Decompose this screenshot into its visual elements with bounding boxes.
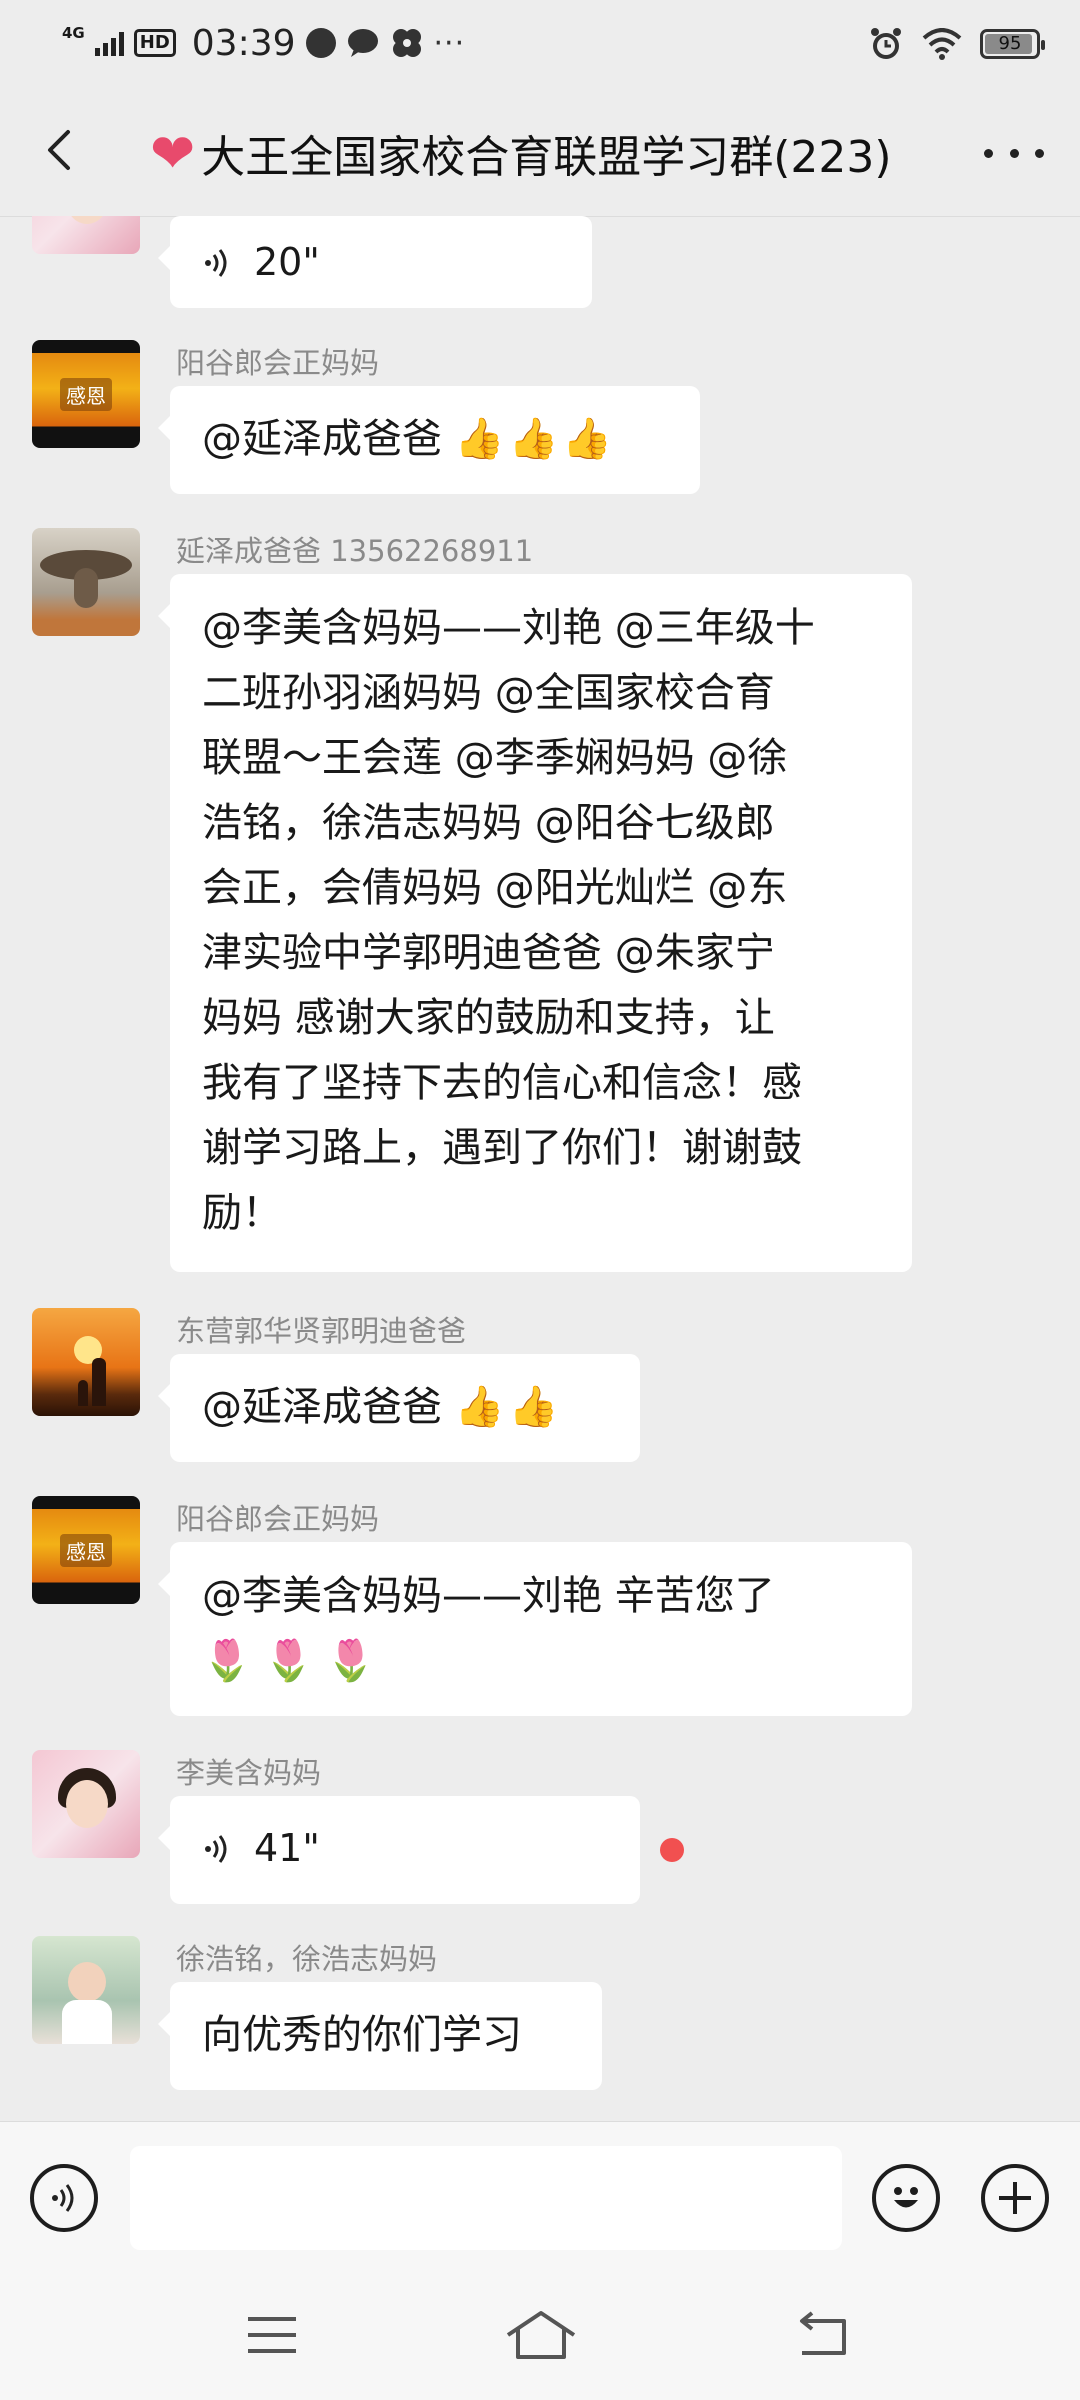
more-notifications-icon: ··· <box>433 25 466 61</box>
voice-message[interactable]: 20" <box>158 216 592 308</box>
chat-notification-icon <box>347 29 378 57</box>
text-message[interactable]: @延泽成爸爸 👍👍👍 <box>158 386 700 494</box>
message-list[interactable]: 20" 感恩 阳谷郎会正妈妈 @延泽成爸爸 👍👍👍 延泽成爸爸 13562268… <box>0 216 1080 2121</box>
menu-icon[interactable] <box>244 2311 300 2359</box>
text-message[interactable]: 向优秀的你们学习 <box>158 1982 602 2090</box>
sender-name: 东营郭华贤郭明迪爸爸 <box>176 1314 467 1348</box>
status-time: 03:39 <box>191 22 296 64</box>
input-bar <box>0 2121 1080 2282</box>
message-line: 浩铭，徐浩志妈妈 @阳谷七级郎 <box>202 800 775 846</box>
heart-icon: ❤ <box>150 121 196 185</box>
message-line: 联盟～王会莲 @李季娴妈妈 @徐 <box>202 735 788 781</box>
message-line: 我有了坚持下去的信心和信念！感 <box>202 1060 802 1106</box>
wifi-icon <box>922 28 962 60</box>
tulip-emoji: 🌷🌷🌷 <box>202 1638 388 1684</box>
avatar[interactable] <box>32 216 140 254</box>
network-type: 4G <box>62 23 85 42</box>
voice-wave-icon <box>205 248 227 277</box>
message-text: @李美含妈妈——刘艳 辛苦您了 <box>202 1573 775 1619</box>
fan-icon <box>392 29 421 57</box>
plus-icon <box>999 2182 1031 2214</box>
voice-input-button[interactable] <box>30 2164 98 2232</box>
avatar[interactable] <box>32 1750 140 1858</box>
home-icon[interactable] <box>504 2307 578 2363</box>
battery-level: 95 <box>998 33 1022 54</box>
voice-wave-icon <box>205 1834 227 1863</box>
avatar-text: 感恩 <box>60 1533 112 1567</box>
text-message[interactable]: @李美含妈妈——刘艳 @三年级十 二班孙羽涵妈妈 @全国家校合育 联盟～王会莲 … <box>158 574 912 1272</box>
status-bar: 4G HD 03:39 ··· 95 <box>0 0 1080 90</box>
more-functions-button[interactable] <box>981 2164 1049 2232</box>
thumbs-up-emoji: 👍👍👍 <box>454 416 617 462</box>
unread-dot <box>660 1838 684 1862</box>
message-line: 谢学习路上，遇到了你们！谢谢鼓 <box>202 1125 802 1171</box>
emoji-button[interactable] <box>872 2164 940 2232</box>
group-name: 大王全国家校合育联盟学习群(223) <box>201 132 892 183</box>
sender-name: 阳谷郎会正妈妈 <box>176 346 380 380</box>
emoji-icon <box>894 2187 918 2208</box>
message-line: 二班孙羽涵妈妈 @全国家校合育 <box>202 670 775 716</box>
avatar[interactable] <box>32 1308 140 1416</box>
compass-icon <box>305 28 336 58</box>
text-message[interactable]: @延泽成爸爸 👍👍 <box>158 1354 640 1462</box>
sender-name: 徐浩铭，徐浩志妈妈 <box>176 1942 438 1976</box>
chat-header: ❤ 大王全国家校合育联盟学习群(223) <box>0 90 1080 217</box>
back-icon[interactable] <box>792 2311 852 2359</box>
message-line: 励！ <box>202 1190 282 1236</box>
sender-name: 李美含妈妈 <box>176 1756 322 1790</box>
sender-name: 延泽成爸爸 13562268911 <box>176 534 534 568</box>
voice-duration: 41" <box>254 1826 320 1870</box>
page-title: ❤ 大王全国家校合育联盟学习群(223) <box>150 120 892 186</box>
avatar[interactable]: 感恩 <box>32 1496 140 1604</box>
back-arrow-icon[interactable] <box>32 120 92 180</box>
avatar[interactable] <box>32 528 140 636</box>
message-line: 津实验中学郭明迪爸爸 @朱家宁 <box>202 930 775 976</box>
battery-icon: 95 <box>980 29 1045 59</box>
message-input[interactable] <box>130 2146 842 2250</box>
avatar[interactable] <box>32 1936 140 2044</box>
message-text: @延泽成爸爸 <box>202 416 442 462</box>
message-line: 妈妈 感谢大家的鼓励和支持，让 <box>202 995 775 1041</box>
message-text: 向优秀的你们学习 <box>202 2012 522 2058</box>
hd-badge: HD <box>133 29 176 57</box>
avatar-text: 感恩 <box>60 377 112 411</box>
message-line: @李美含妈妈——刘艳 @三年级十 <box>202 605 815 651</box>
sender-name: 阳谷郎会正妈妈 <box>176 1502 380 1536</box>
alarm-icon <box>871 28 901 59</box>
more-options-button[interactable] <box>984 138 1044 168</box>
voice-icon <box>52 2184 74 2212</box>
signal-icon <box>94 30 124 56</box>
message-line: 会正，会倩妈妈 @阳光灿烂 @东 <box>202 865 788 911</box>
voice-duration: 20" <box>254 240 320 284</box>
voice-message[interactable]: 41" <box>158 1796 640 1904</box>
message-text: @延泽成爸爸 <box>202 1384 442 1430</box>
avatar[interactable]: 感恩 <box>32 340 140 448</box>
text-message[interactable]: @李美含妈妈——刘艳 辛苦您了 🌷🌷🌷 <box>158 1542 912 1716</box>
system-nav-bar <box>0 2281 1080 2400</box>
thumbs-up-emoji: 👍👍 <box>454 1384 563 1430</box>
